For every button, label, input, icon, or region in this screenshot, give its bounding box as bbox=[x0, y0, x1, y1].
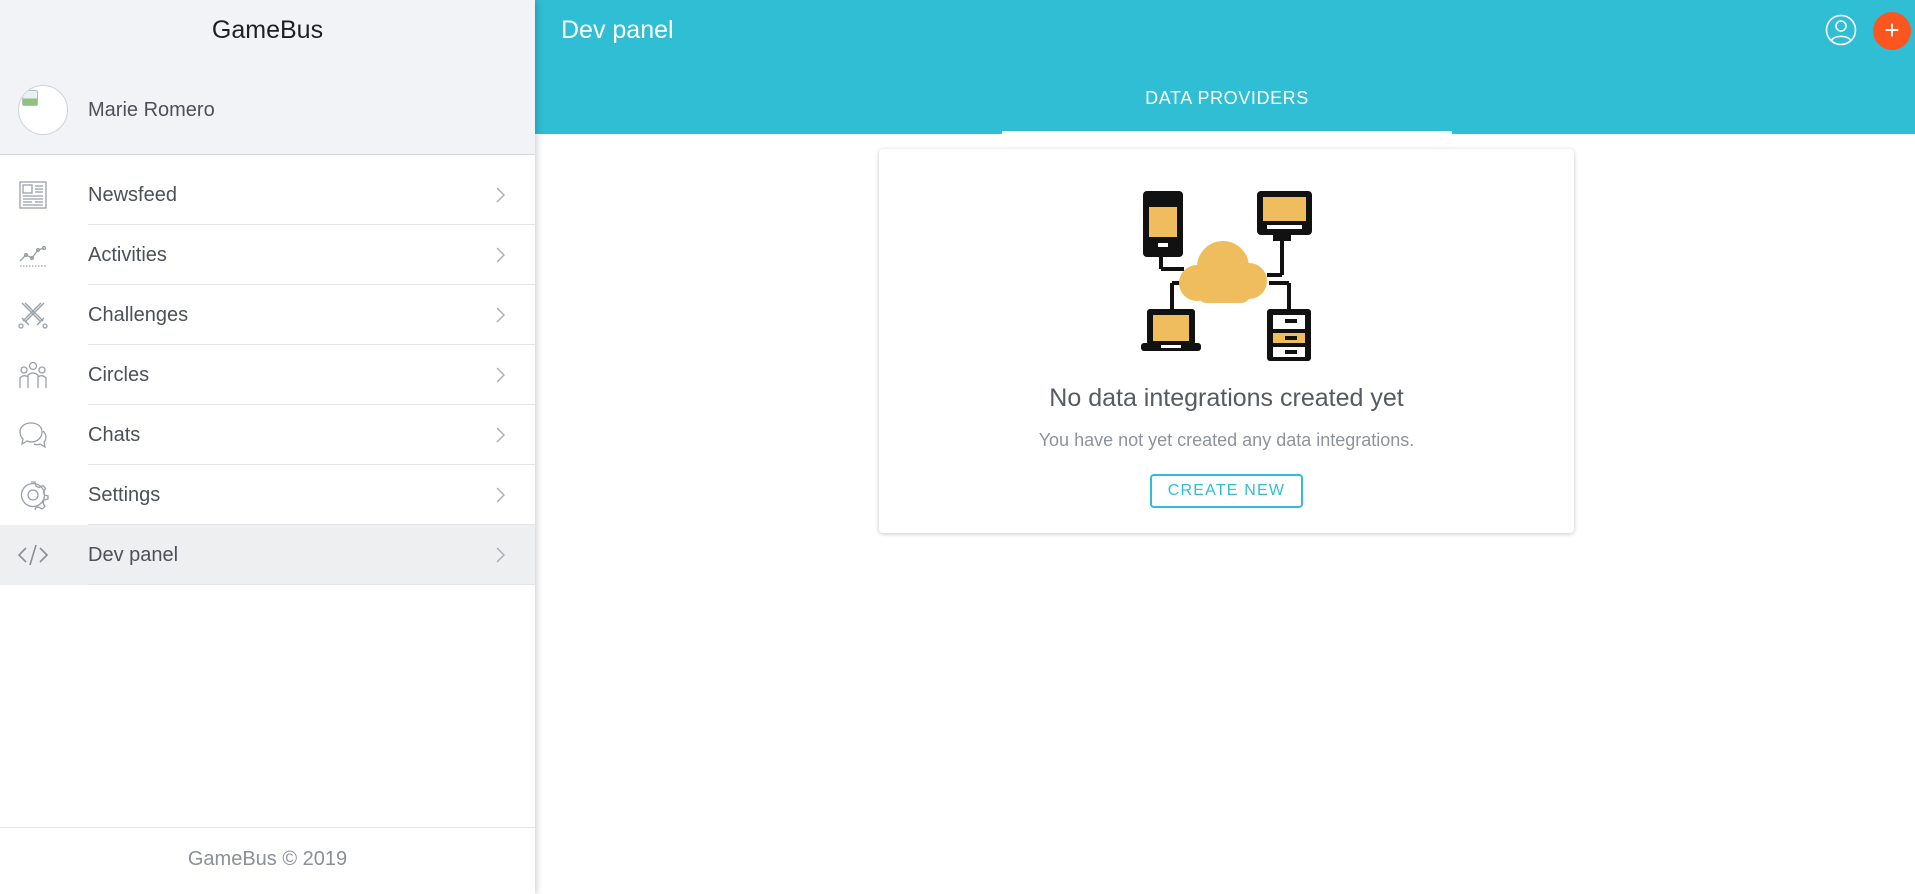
sidebar-item-label: Chats bbox=[88, 424, 141, 446]
chevron-right-icon bbox=[496, 427, 505, 443]
people-group-icon bbox=[19, 361, 47, 388]
cloud-network-icon bbox=[1141, 191, 1312, 361]
sidebar-item-settings[interactable]: Settings bbox=[0, 465, 535, 525]
plus-icon: + bbox=[1884, 15, 1900, 45]
empty-state-title: No data integrations created yet bbox=[1049, 384, 1404, 412]
gear-icon bbox=[20, 481, 49, 510]
app-title: GameBus bbox=[211, 16, 324, 44]
sidebar-item-label: Dev panel bbox=[88, 544, 179, 566]
sidebar-item-challenges[interactable]: Challenges bbox=[0, 285, 535, 345]
empty-state-subtitle: You have not yet created any data integr… bbox=[1038, 430, 1415, 450]
chevron-right-icon bbox=[496, 307, 505, 323]
sidebar-item-chats[interactable]: Chats bbox=[0, 405, 535, 465]
sidebar-header: GameBus Marie Romero bbox=[0, 0, 535, 155]
newspaper-icon bbox=[19, 181, 47, 209]
tab-data-providers[interactable]: DATA PROVIDERS bbox=[1002, 82, 1452, 134]
code-icon bbox=[17, 544, 49, 566]
sidebar-item-label: Activities bbox=[88, 244, 167, 266]
user-name[interactable]: Marie Romero bbox=[88, 99, 215, 122]
sidebar-item-dev-panel[interactable]: Dev panel bbox=[0, 525, 535, 585]
chevron-right-icon bbox=[496, 247, 505, 263]
sidebar-item-label: Challenges bbox=[88, 304, 189, 326]
sidebar-item-label: Newsfeed bbox=[88, 184, 177, 206]
chat-bubbles-icon bbox=[19, 422, 47, 449]
sidebar-item-label: Settings bbox=[88, 484, 161, 506]
chevron-right-icon bbox=[496, 367, 505, 383]
create-new-button[interactable]: CREATE NEW bbox=[1150, 474, 1303, 508]
crossed-swords-icon bbox=[18, 302, 48, 329]
divider bbox=[88, 584, 535, 585]
sidebar-item-label: Circles bbox=[88, 364, 150, 386]
chevron-right-icon bbox=[496, 547, 505, 563]
chevron-right-icon bbox=[496, 487, 505, 503]
user-profile[interactable]: Marie Romero bbox=[18, 84, 215, 136]
account-circle-icon[interactable] bbox=[1825, 14, 1857, 46]
page-title: Dev panel bbox=[561, 16, 674, 44]
add-button[interactable]: + bbox=[1873, 12, 1911, 50]
sidebar-item-activities[interactable]: Activities bbox=[0, 225, 535, 285]
avatar[interactable] bbox=[18, 85, 68, 135]
empty-state-card: No data integrations created yet You hav… bbox=[879, 149, 1574, 533]
top-app-bar: Dev panel + DATA PROVIDERS bbox=[535, 0, 1915, 134]
activity-chart-icon bbox=[19, 245, 47, 267]
active-tab-indicator bbox=[1002, 131, 1452, 134]
broken-image-icon bbox=[22, 90, 38, 106]
sidebar: GameBus Marie Romero Newsfeed Activities… bbox=[0, 0, 535, 894]
sidebar-nav: Newsfeed Activities Challenges Circles C… bbox=[0, 165, 535, 585]
sidebar-item-circles[interactable]: Circles bbox=[0, 345, 535, 405]
sidebar-footer: GameBus © 2019 bbox=[0, 827, 535, 894]
chevron-right-icon bbox=[496, 187, 505, 203]
sidebar-item-newsfeed[interactable]: Newsfeed bbox=[0, 165, 535, 225]
